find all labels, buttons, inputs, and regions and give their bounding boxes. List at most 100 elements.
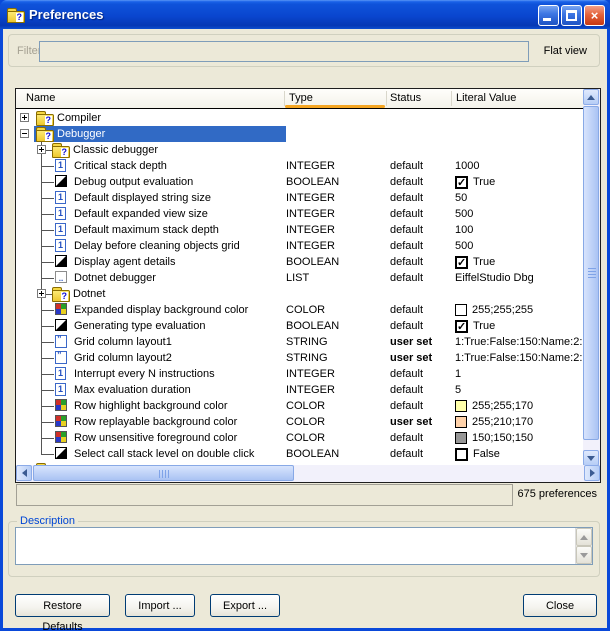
collapse-icon[interactable] [20, 129, 29, 138]
integer-icon: 1 [55, 239, 66, 252]
tree-row[interactable]: Generating type evaluationBOOLEANdefault… [16, 318, 583, 334]
tree-branch-line [41, 406, 54, 407]
scroll-up-button[interactable] [576, 528, 592, 546]
tree-row[interactable]: ?Classic debugger [16, 142, 583, 158]
tree-row[interactable]: 1Default maximum stack depthINTEGERdefau… [16, 222, 583, 238]
tree-row[interactable]: 1Default displayed string sizeINTEGERdef… [16, 190, 583, 206]
preference-type: INTEGER [286, 190, 335, 206]
close-button[interactable]: Close [523, 594, 597, 617]
tree-row[interactable]: 1Interrupt every N instructionsINTEGERde… [16, 366, 583, 382]
checkbox-unchecked-icon[interactable] [455, 448, 468, 461]
preference-status: default [390, 174, 423, 190]
tree-branch-line [41, 422, 54, 423]
value-text: 100 [455, 222, 473, 238]
vertical-scrollbar[interactable] [583, 89, 600, 466]
preference-value: 255;210;170 [455, 414, 533, 430]
checkbox-checked-icon[interactable] [455, 256, 468, 269]
color-swatch [455, 400, 467, 412]
column-header-name[interactable]: Name [26, 92, 55, 104]
preference-name: Row unsensitive foreground color [74, 430, 237, 446]
preference-type: INTEGER [286, 238, 335, 254]
value-text: 1:True:False:150:Name:2: [455, 350, 582, 366]
color-icon [55, 415, 67, 427]
tree-row[interactable]: Debug output evaluationBOOLEANdefaultTru… [16, 174, 583, 190]
preference-status: default [390, 382, 423, 398]
tree-branch-line [41, 454, 54, 455]
color-icon [55, 303, 67, 315]
preference-status: default [390, 190, 423, 206]
tree-row[interactable]: Row unsensitive foreground colorCOLORdef… [16, 430, 583, 446]
preference-status: default [390, 222, 423, 238]
preference-name: Critical stack depth [74, 158, 167, 174]
expand-icon[interactable] [37, 145, 46, 154]
column-header-status[interactable]: Status [390, 92, 421, 104]
vertical-scroll-thumb[interactable] [583, 106, 599, 440]
import-button[interactable]: Import ... [125, 594, 195, 617]
boolean-icon [55, 319, 67, 331]
expand-icon[interactable] [20, 113, 29, 122]
tree-row[interactable]: ”Grid column layout2STRINGuser set1:True… [16, 350, 583, 366]
export-button[interactable]: Export ... [210, 594, 280, 617]
checkbox-checked-icon[interactable] [455, 176, 468, 189]
window-title: Preferences [29, 7, 103, 22]
tree-row[interactable]: Display agent detailsBOOLEANdefaultTrue [16, 254, 583, 270]
tree-branch-line [41, 246, 54, 247]
minimize-button[interactable] [538, 5, 559, 26]
arrow-right-icon [590, 469, 595, 477]
preference-name: Compiler [57, 110, 101, 126]
tree-row[interactable]: Expanded display background colorCOLORde… [16, 302, 583, 318]
value-text: 1000 [455, 158, 479, 174]
column-separator [284, 91, 285, 106]
integer-icon: 1 [55, 383, 66, 396]
tree-row[interactable]: Row replayable background colorCOLORuser… [16, 414, 583, 430]
flat-view-toggle[interactable]: Flat view [544, 45, 587, 57]
tree-row[interactable]: ?Dotnet [16, 286, 583, 302]
filter-input[interactable] [39, 41, 529, 62]
restore-defaults-button[interactable]: Restore Defaults [15, 594, 110, 617]
checkbox-checked-icon[interactable] [455, 320, 468, 333]
integer-icon: 1 [55, 191, 66, 204]
maximize-button[interactable] [561, 5, 582, 26]
preference-name: Row replayable background color [74, 414, 237, 430]
column-header-literal-value[interactable]: Literal Value [456, 92, 516, 104]
description-textarea[interactable] [15, 527, 593, 565]
expand-icon[interactable] [37, 289, 46, 298]
preference-value: 1 [455, 366, 461, 382]
scroll-down-button[interactable] [583, 450, 599, 466]
column-header-type[interactable]: Type [289, 92, 313, 104]
description-scrollbar[interactable] [575, 528, 592, 564]
scroll-left-button[interactable] [16, 465, 32, 481]
preference-type: INTEGER [286, 366, 335, 382]
preference-value: 100 [455, 222, 473, 238]
tree-row[interactable]: 1Critical stack depthINTEGERdefault1000 [16, 158, 583, 174]
scroll-up-button[interactable] [583, 89, 599, 105]
tree-branch-line [41, 214, 54, 215]
tree-row[interactable]: 1Max evaluation durationINTEGERdefault5 [16, 382, 583, 398]
preference-value: 150;150;150 [455, 430, 533, 446]
tree-row[interactable]: Select call stack level on double clickB… [16, 446, 583, 462]
preference-type: BOOLEAN [286, 254, 339, 270]
tree-row[interactable]: 1Default expanded view sizeINTEGERdefaul… [16, 206, 583, 222]
preference-status: default [390, 430, 423, 446]
integer-icon: 1 [55, 367, 66, 380]
tree-branch-line [41, 278, 54, 279]
horizontal-scrollbar[interactable] [16, 465, 600, 482]
thumb-grip [588, 268, 596, 278]
tree-branch-line [41, 182, 54, 183]
tree-row[interactable]: ?Debugger [16, 126, 583, 142]
titlebar[interactable]: ? Preferences × [0, 0, 610, 29]
preference-name: Default expanded view size [74, 206, 208, 222]
close-window-button[interactable]: × [584, 5, 605, 26]
tree-row[interactable]: ”Grid column layout1STRINGuser set1:True… [16, 334, 583, 350]
preference-status: user set [390, 414, 432, 430]
scroll-right-button[interactable] [584, 465, 600, 481]
value-text: 5 [455, 382, 461, 398]
horizontal-scroll-thumb[interactable] [33, 465, 294, 481]
tree-row[interactable]: 1Delay before cleaning objects gridINTEG… [16, 238, 583, 254]
tree-row[interactable]: ..Dotnet debuggerLISTdefaultEiffelStudio… [16, 270, 583, 286]
folder-icon: ? [52, 287, 68, 300]
scroll-down-button[interactable] [576, 546, 592, 564]
preference-value: True [455, 318, 495, 334]
tree-row[interactable]: ?Compiler [16, 110, 583, 126]
tree-row[interactable]: Row highlight background colorCOLORdefau… [16, 398, 583, 414]
